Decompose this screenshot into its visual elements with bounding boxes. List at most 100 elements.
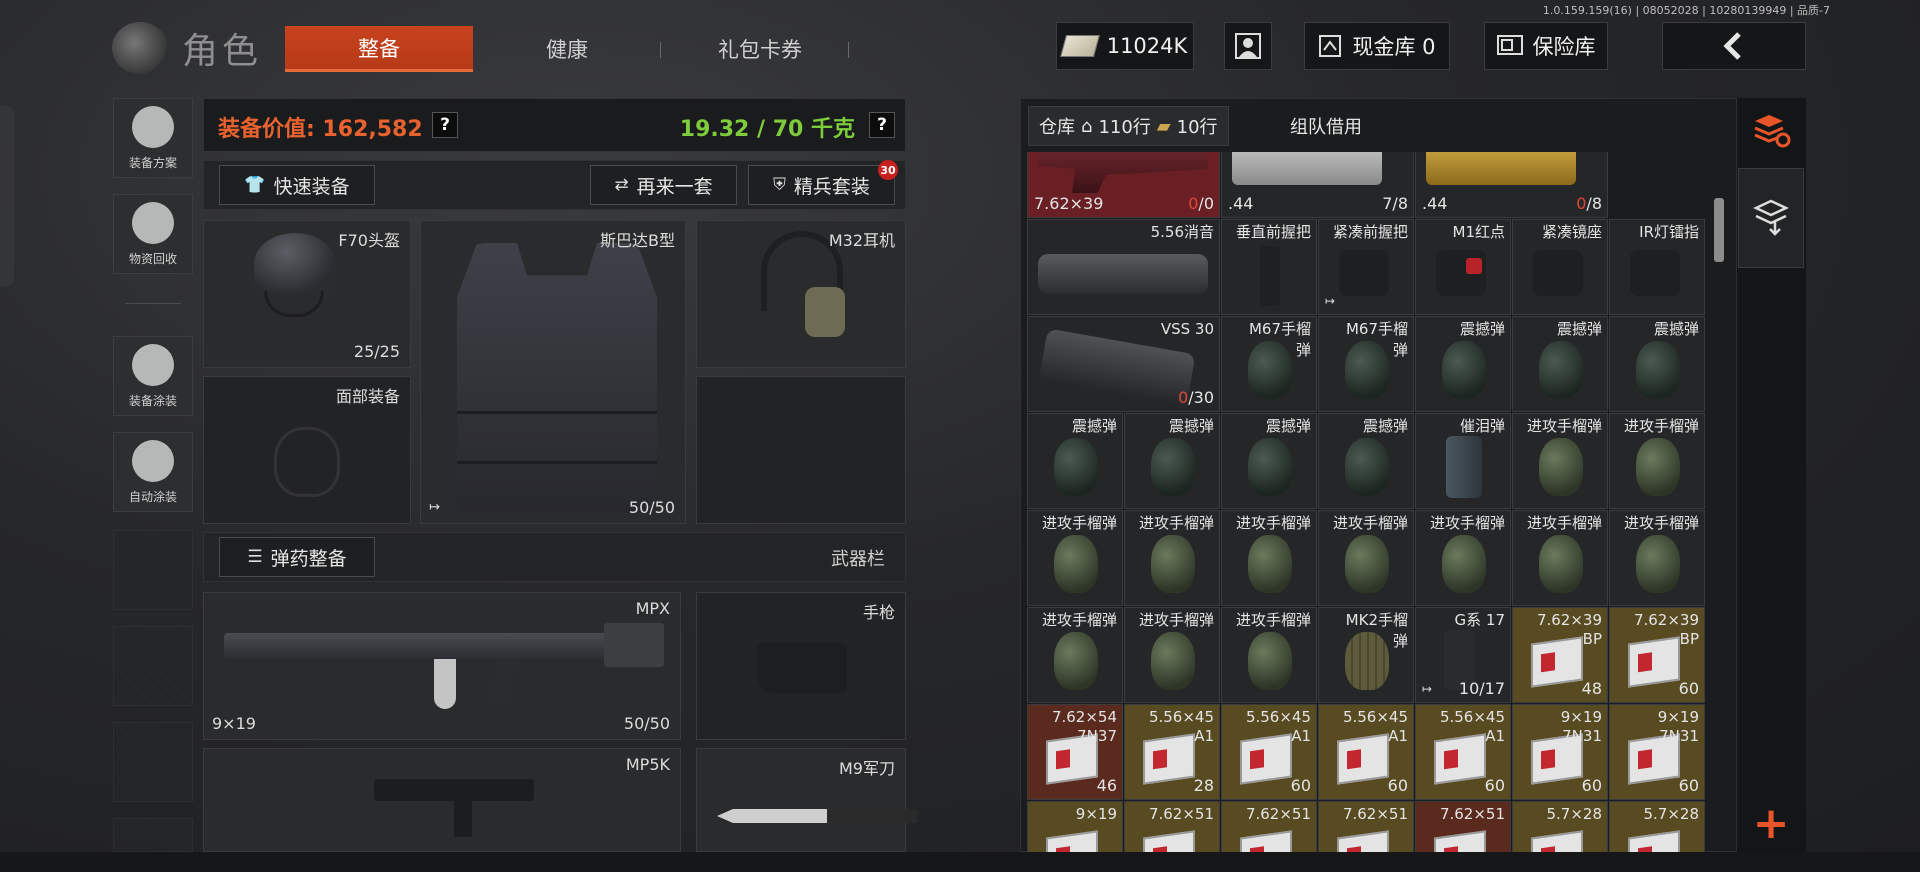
empty-slot[interactable] — [696, 376, 906, 524]
stash-item[interactable]: 进攻手榴弹 — [1609, 510, 1705, 606]
stash-item[interactable]: 黄金沙鹰.440/8 — [1415, 152, 1608, 218]
stash-item[interactable]: 进攻手榴弹 — [1512, 413, 1608, 509]
safe-button[interactable]: 保险库 — [1484, 22, 1608, 70]
item-art — [1345, 438, 1389, 496]
item-name: 5.56×45 — [1148, 708, 1214, 726]
pistol-icon — [757, 643, 847, 693]
stash-item[interactable]: 震撼弹 — [1027, 413, 1123, 509]
cash-vault-button[interactable]: 现金库 0 — [1304, 22, 1450, 70]
stash-item[interactable]: 进攻手榴弹 — [1609, 413, 1705, 509]
tab-gift-cards[interactable]: 礼包卡券 — [680, 26, 840, 72]
item-name: VSS 30 — [1160, 320, 1214, 338]
stash-item[interactable]: 震撼弹 — [1609, 316, 1705, 412]
stash-item[interactable]: 9×19 — [1027, 801, 1123, 852]
back-button[interactable] — [1662, 22, 1806, 70]
item-art — [1446, 436, 1482, 498]
stash-item[interactable]: 7.62×39 BP 60 — [1609, 607, 1705, 703]
tab-health[interactable]: 健康 — [500, 26, 634, 72]
tab-stash[interactable]: 仓库 ⌂ 110行 ▰ 10行 — [1028, 106, 1229, 146]
profile-button[interactable] — [1224, 22, 1272, 70]
stash-item[interactable]: 9×19 7N31 60 — [1609, 704, 1705, 800]
helmet-slot[interactable]: F70头盔 25/25 — [203, 220, 411, 368]
stash-item[interactable]: 震撼弹 — [1124, 413, 1220, 509]
stash-item[interactable]: 垂直前握把 — [1221, 219, 1317, 315]
stash-item[interactable]: 催泪弹 — [1415, 413, 1511, 509]
stash-item[interactable]: 5.56消音 — [1027, 219, 1220, 315]
tab-loadout[interactable]: 整备 — [285, 26, 473, 72]
ammo-equip-button[interactable]: ☰ 弹药整备 — [219, 537, 375, 577]
stash-item[interactable]: 5.56×45 A1 28 — [1124, 704, 1220, 800]
stash-item[interactable]: 紧凑前握把 ↦ — [1318, 219, 1414, 315]
stash-item[interactable]: 进攻手榴弹 — [1124, 510, 1220, 606]
stash-item[interactable]: 进攻手榴弹 — [1512, 510, 1608, 606]
quick-equip-button[interactable]: 👕 快速装备 — [219, 165, 375, 205]
item-art — [1143, 733, 1195, 785]
layers-button[interactable] — [1738, 168, 1804, 268]
stash-item[interactable]: M1红点 — [1415, 219, 1511, 315]
slot-name: M32耳机 — [828, 231, 895, 250]
cash-display[interactable]: 11024K — [1056, 22, 1194, 70]
stash-item[interactable]: 5.56×45 A1 60 — [1415, 704, 1511, 800]
stash-item[interactable]: 7.62×51 — [1415, 801, 1511, 852]
helmet-strap — [264, 291, 324, 317]
stash-item[interactable]: 进攻手榴弹 — [1124, 607, 1220, 703]
stash-item[interactable]: 紧凑镜座 — [1512, 219, 1608, 315]
sidebar-paint[interactable]: 装备涂装 — [113, 336, 193, 416]
stash-item[interactable]: 5.7×28 — [1609, 801, 1705, 852]
stash-item[interactable]: 7.62×39 BP 48 — [1512, 607, 1608, 703]
stash-item[interactable]: 进攻手榴弹 — [1415, 510, 1511, 606]
stash-item[interactable]: 7.62×54 7N37 46 — [1027, 704, 1123, 800]
stash-item[interactable]: 9×19 7N31 60 — [1512, 704, 1608, 800]
item-name: 紧凑前握把 — [1332, 223, 1408, 241]
stash-item[interactable]: 5.56×45 A1 60 — [1221, 704, 1317, 800]
pistol-slot[interactable]: 手枪 — [696, 592, 906, 740]
stash-item[interactable]: 7.62×51 — [1124, 801, 1220, 852]
again-button[interactable]: ⇄ 再来一套 — [590, 165, 737, 205]
primary-weapon-slot[interactable]: MPX 9×19 50/50 — [203, 592, 681, 740]
melee-slot[interactable]: M9军刀 — [696, 748, 917, 852]
secondary-weapon-slot[interactable]: MP5K — [203, 748, 681, 852]
item-name: 催泪弹 — [1459, 417, 1505, 435]
left-edge-handle[interactable] — [0, 106, 14, 286]
cash-amount: 11024K — [1106, 34, 1188, 58]
stash-item[interactable]: ACE317.62×390/0 — [1027, 152, 1220, 218]
stash-item[interactable]: 进攻手榴弹 — [1027, 510, 1123, 606]
stash-item[interactable]: 震撼弹 — [1415, 316, 1511, 412]
stash-item[interactable]: MK2手榴弹 — [1318, 607, 1414, 703]
sidebar-loadout-plan[interactable]: 装备方案 — [113, 98, 193, 178]
stash-item[interactable]: 进攻手榴弹 — [1318, 510, 1414, 606]
stash-item[interactable]: G系 17 ↦ 10/17 — [1415, 607, 1511, 703]
stash-item[interactable]: IR灯镭指 — [1609, 219, 1705, 315]
headset-slot[interactable]: M32耳机 — [696, 220, 906, 368]
stash-item[interactable]: 震撼弹 — [1512, 316, 1608, 412]
help-icon[interactable]: ? — [432, 112, 458, 138]
stash-item[interactable]: 沙漠之鹰.447/8 — [1221, 152, 1414, 218]
slot-durability: 25/25 — [353, 342, 400, 361]
sort-button[interactable] — [1738, 98, 1804, 164]
plus-icon: + — [1752, 797, 1790, 849]
stash-item[interactable]: 进攻手榴弹 — [1027, 607, 1123, 703]
stash-item[interactable]: 进攻手榴弹 — [1221, 510, 1317, 606]
scrollbar-thumb[interactable] — [1714, 198, 1724, 262]
face-slot[interactable]: 面部装备 — [203, 376, 411, 524]
elite-set-button[interactable]: ⛨ 精兵套装 — [748, 165, 895, 205]
stash-item[interactable]: 5.56×45 A1 60 — [1318, 704, 1414, 800]
item-name: 进攻手榴弹 — [1429, 514, 1505, 532]
stash-item[interactable]: 震撼弹 — [1318, 413, 1414, 509]
item-art — [1151, 632, 1195, 690]
sidebar-recycle[interactable]: 物资回收 — [113, 194, 193, 274]
armor-slot[interactable]: 斯巴达B型 ↦ 50/50 — [420, 220, 686, 524]
tab-team-borrow[interactable]: 组队借用 — [1262, 106, 1390, 146]
help-icon[interactable]: ? — [869, 112, 895, 138]
stash-item[interactable]: 5.7×28 — [1512, 801, 1608, 852]
add-button[interactable]: + — [1738, 790, 1804, 856]
stash-item[interactable]: 7.62×51 — [1318, 801, 1414, 852]
sidebar-auto-paint[interactable]: 自动涂装 — [113, 432, 193, 512]
stash-item[interactable]: 震撼弹 — [1221, 413, 1317, 509]
item-name: 进攻手榴弹 — [1623, 417, 1699, 435]
stash-item[interactable]: M67手榴弹 — [1318, 316, 1414, 412]
stash-item[interactable]: M67手榴弹 — [1221, 316, 1317, 412]
stash-item[interactable]: 进攻手榴弹 — [1221, 607, 1317, 703]
stash-item[interactable]: VSS 30 0/30 — [1027, 316, 1220, 412]
stash-item[interactable]: 7.62×51 — [1221, 801, 1317, 852]
